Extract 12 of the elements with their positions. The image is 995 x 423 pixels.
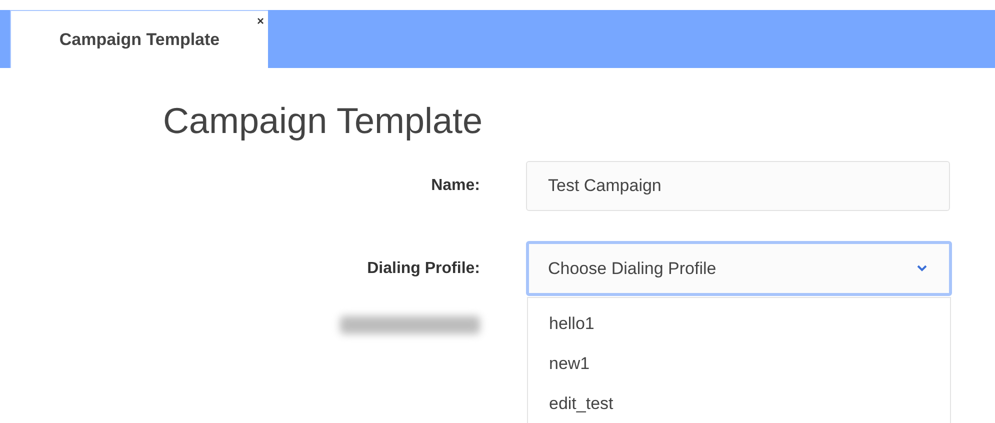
dropdown-option[interactable]: hello1 [549, 312, 594, 335]
field-label: Dialing Profile: [367, 258, 480, 278]
dropdown-field[interactable]: Choose Dialing Profile [526, 241, 952, 296]
dropdown-placeholder: Choose Dialing Profile [548, 258, 716, 280]
dropdown-option[interactable]: edit_test [549, 392, 614, 415]
chevron-down-icon [917, 265, 927, 272]
field-label: Name: [431, 176, 480, 196]
tab[interactable]: Campaign Template × [10, 10, 268, 68]
dropdown-option[interactable]: new1 [549, 352, 590, 375]
page-title: Campaign Template [163, 99, 484, 143]
name-field[interactable]: Test Campaign [526, 161, 950, 211]
close-icon[interactable]: × [256, 15, 264, 27]
